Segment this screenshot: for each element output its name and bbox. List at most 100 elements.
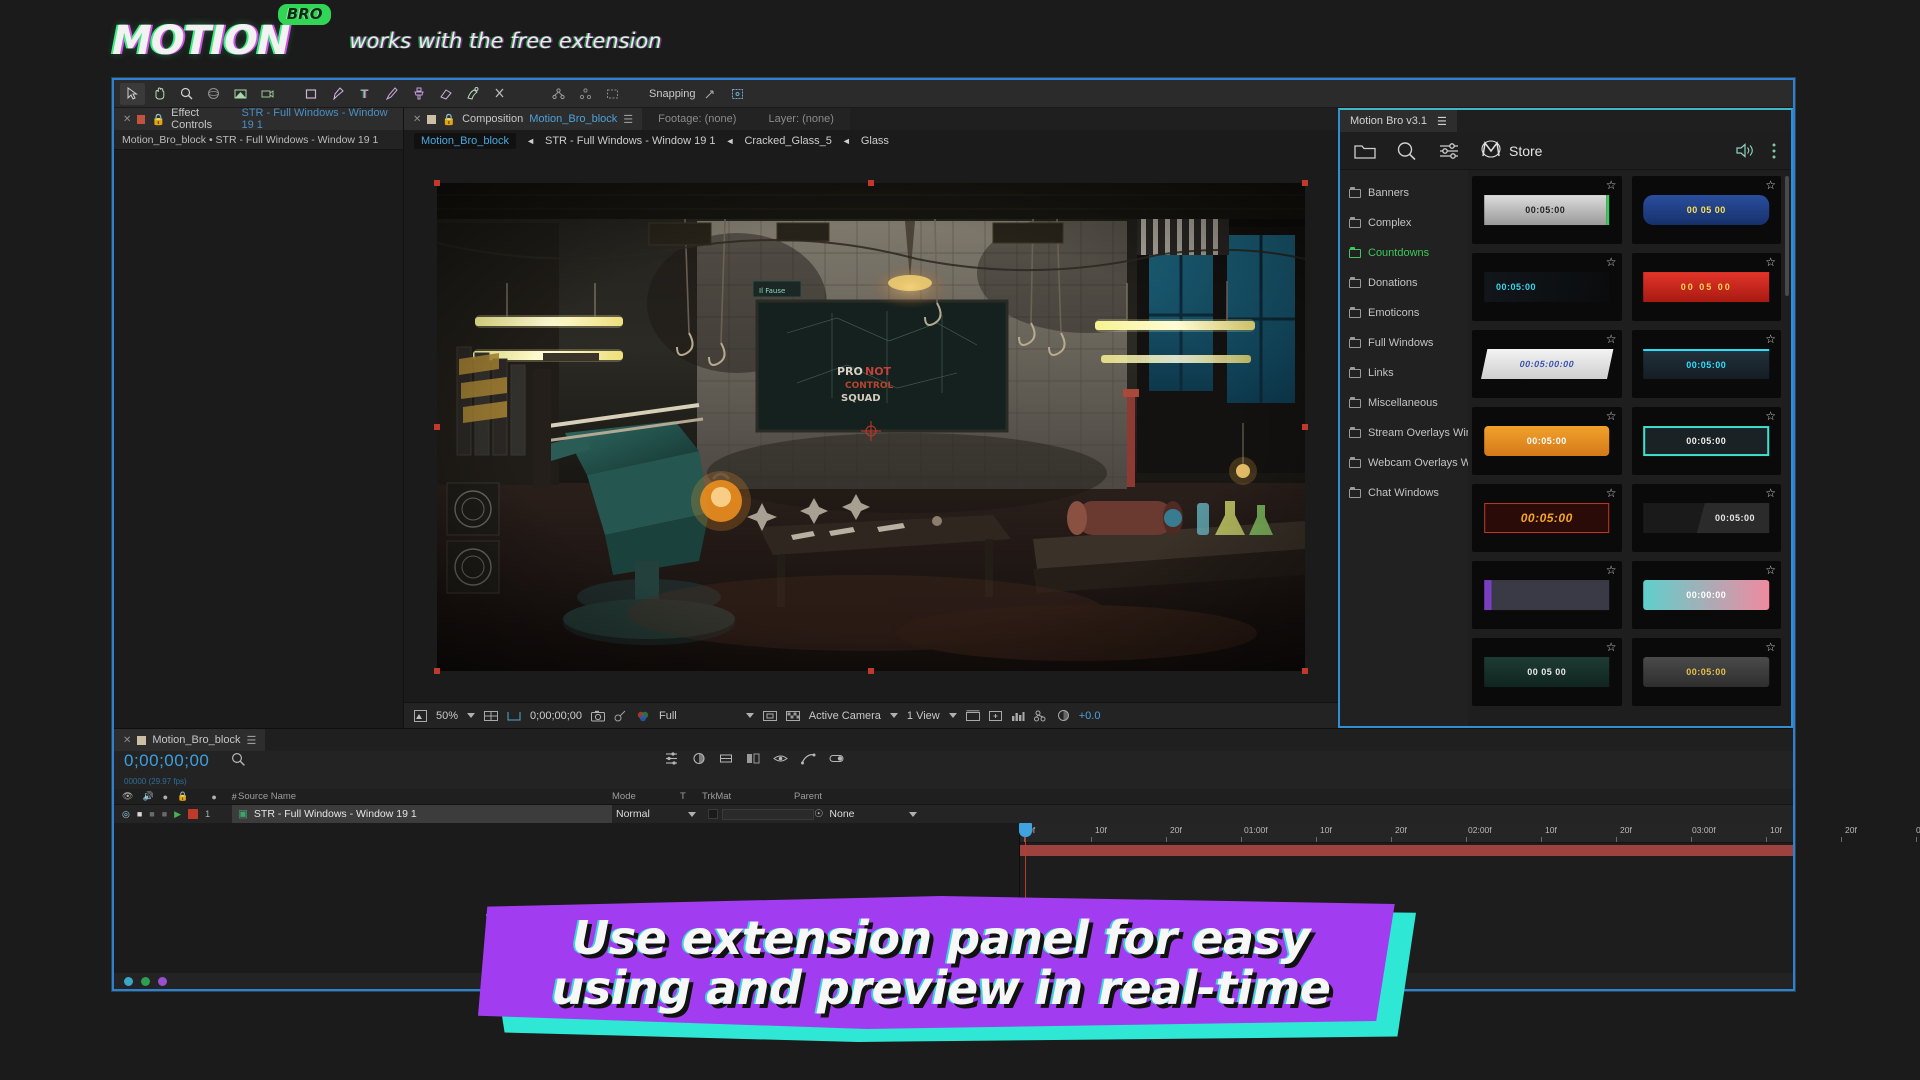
audio-icon[interactable]: 🔊 [142, 791, 153, 802]
tab-composition[interactable]: ✕ 🔒 Composition Motion_Bro_block ☰ [404, 108, 643, 130]
favorite-star-icon[interactable]: ☆ [1606, 179, 1617, 191]
preset-card[interactable]: ☆ 00:05:00 [1631, 407, 1781, 475]
comp-handle-mr[interactable] [1302, 424, 1308, 430]
preset-card[interactable]: ☆ 00 05 00 [1631, 176, 1781, 244]
store-button[interactable]: Store [1480, 139, 1542, 162]
preset-card[interactable]: ☆ 00:05:00 [1472, 484, 1622, 552]
shy-icon[interactable] [773, 752, 788, 770]
chevron-down-icon[interactable] [889, 713, 898, 718]
show-snapshot-icon[interactable] [614, 710, 627, 722]
type-tool[interactable]: T [352, 83, 377, 105]
draft-3d-icon[interactable] [719, 752, 733, 770]
comp-handle-tc[interactable] [868, 180, 874, 186]
eye-icon[interactable]: ◎ [122, 809, 130, 820]
snap-arrow-icon[interactable] [698, 83, 723, 105]
chevron-down-icon[interactable] [688, 811, 696, 817]
camera-value[interactable]: Active Camera [809, 710, 881, 722]
composition-viewport[interactable]: PRO NOT CONTROL SQUAD [404, 152, 1338, 702]
settings-sliders-icon[interactable] [1438, 142, 1460, 160]
roto-brush-tool[interactable] [460, 83, 485, 105]
tab-layer[interactable]: Layer: (none) [752, 108, 850, 130]
region-icon[interactable] [762, 710, 777, 722]
views-value[interactable]: 1 View [907, 710, 940, 722]
cti-handle[interactable] [1019, 823, 1032, 837]
zoom-tool[interactable] [174, 83, 199, 105]
breadcrumb-item-3[interactable]: Glass [861, 135, 889, 147]
close-icon[interactable]: ✕ [123, 735, 131, 746]
solo-icon[interactable]: ● [163, 792, 168, 802]
category-item-stream-overlays-window[interactable]: Stream Overlays Window [1340, 418, 1468, 448]
align-center-icon[interactable] [573, 83, 598, 105]
layer-name-cell[interactable]: ▣ STR - Full Windows - Window 19 1 [232, 805, 612, 823]
panel-menu-icon[interactable]: ☰ [1437, 115, 1447, 128]
favorite-star-icon[interactable]: ☆ [1606, 487, 1617, 499]
timeline-graph-icon[interactable] [1011, 710, 1025, 722]
layer-trkmat-cell[interactable] [702, 808, 814, 820]
preset-card[interactable]: ☆ [1472, 561, 1622, 629]
grid-guides-icon[interactable] [484, 710, 499, 722]
timeline-ruler[interactable]: 0f 10f 20f 01:00f 10f 20f 02:00f [1020, 823, 1920, 843]
favorite-star-icon[interactable]: ☆ [1765, 256, 1776, 268]
audio-icon[interactable]: ■ [137, 809, 142, 819]
favorite-star-icon[interactable]: ☆ [1765, 179, 1776, 191]
favorite-star-icon[interactable]: ☆ [1606, 564, 1617, 576]
tab-footage[interactable]: Footage: (none) [642, 108, 753, 130]
expand-triangle-icon[interactable]: ▶ [174, 809, 181, 820]
breadcrumb-item-1[interactable]: STR - Full Windows - Window 19 1 [545, 135, 716, 147]
chevron-down-icon[interactable] [745, 713, 754, 718]
chevron-down-icon[interactable] [948, 713, 957, 718]
selection-tool[interactable] [120, 82, 145, 105]
close-icon[interactable]: ✕ [123, 114, 131, 125]
label-color-swatch[interactable] [188, 809, 199, 819]
eraser-tool[interactable] [433, 83, 458, 105]
composition-mini-flowchart-icon[interactable] [664, 752, 679, 770]
tab-timeline-comp[interactable]: ✕ Motion_Bro_block ☰ [114, 729, 266, 751]
preset-card[interactable]: ☆ 00:05:00 [1631, 330, 1781, 398]
preset-card[interactable]: ☆ 00:00:00 [1631, 561, 1781, 629]
comp-handle-ml[interactable] [434, 424, 440, 430]
view-layout-icon[interactable] [965, 709, 980, 722]
viewer-timecode[interactable]: 0;00;00;00 [530, 710, 582, 722]
zoom-level[interactable]: 50% [436, 710, 458, 722]
frame-blend-icon[interactable] [746, 752, 760, 770]
motion-blur-icon[interactable] [692, 752, 706, 770]
region-of-interest-icon[interactable] [507, 710, 521, 722]
preset-card[interactable]: ☆ 00 05 00 [1472, 638, 1622, 706]
category-item-webcam-overlays-window[interactable]: Webcam Overlays Window [1340, 448, 1468, 478]
breadcrumb-item-2[interactable]: Cracked_Glass_5 [744, 135, 831, 147]
graph-editor-icon[interactable] [801, 752, 816, 770]
search-icon[interactable] [231, 752, 246, 771]
favorite-star-icon[interactable]: ☆ [1606, 410, 1617, 422]
orbit-tool[interactable] [201, 83, 226, 105]
favorite-star-icon[interactable]: ☆ [1765, 333, 1776, 345]
channels-icon[interactable] [636, 710, 650, 722]
renderer-icon[interactable] [1033, 710, 1048, 722]
resolution-value[interactable]: Full [659, 710, 677, 722]
camera-tool[interactable] [255, 83, 280, 105]
favorite-star-icon[interactable]: ☆ [1606, 333, 1617, 345]
category-item-miscellaneous[interactable]: Miscellaneous [1340, 388, 1468, 418]
snapshot-icon[interactable] [591, 710, 606, 722]
layer-mode-cell[interactable]: Normal [612, 808, 702, 820]
toggle-graph-icon[interactable] [158, 976, 167, 986]
parent-pickwhip-icon[interactable]: ☉ [814, 808, 823, 820]
layer-parent-cell[interactable]: ☉ None [814, 808, 917, 820]
tab-effect-controls[interactable]: ✕ 🔒 Effect Controls STR - Full Windows -… [114, 107, 403, 131]
chevron-down-icon[interactable] [467, 713, 476, 718]
lock-icon[interactable]: 🔒 [151, 113, 165, 126]
toggle-switches-icon[interactable] [829, 752, 844, 770]
exposure-value[interactable]: +0.0 [1079, 710, 1101, 722]
shape-tool[interactable] [298, 83, 323, 105]
lock-icon[interactable]: 🔒 [177, 791, 188, 802]
toggle-switches-modes-icon[interactable] [124, 976, 133, 986]
category-item-complex[interactable]: Complex [1340, 208, 1468, 238]
toggle-render-icon[interactable] [141, 976, 150, 986]
preset-card[interactable]: ☆ 00:05:00 [1472, 407, 1622, 475]
puppet-pin-tool[interactable] [487, 83, 512, 105]
trkmat-field[interactable] [722, 808, 814, 820]
preset-card[interactable]: ☆ 00:05:00 [1631, 638, 1781, 706]
preset-card[interactable]: ☆ 00:05:00:00 [1472, 330, 1622, 398]
exposure-icon[interactable] [1057, 709, 1070, 722]
comp-handle-bc[interactable] [868, 668, 874, 674]
preset-card[interactable]: ☆ 00:05:00 [1472, 176, 1622, 244]
